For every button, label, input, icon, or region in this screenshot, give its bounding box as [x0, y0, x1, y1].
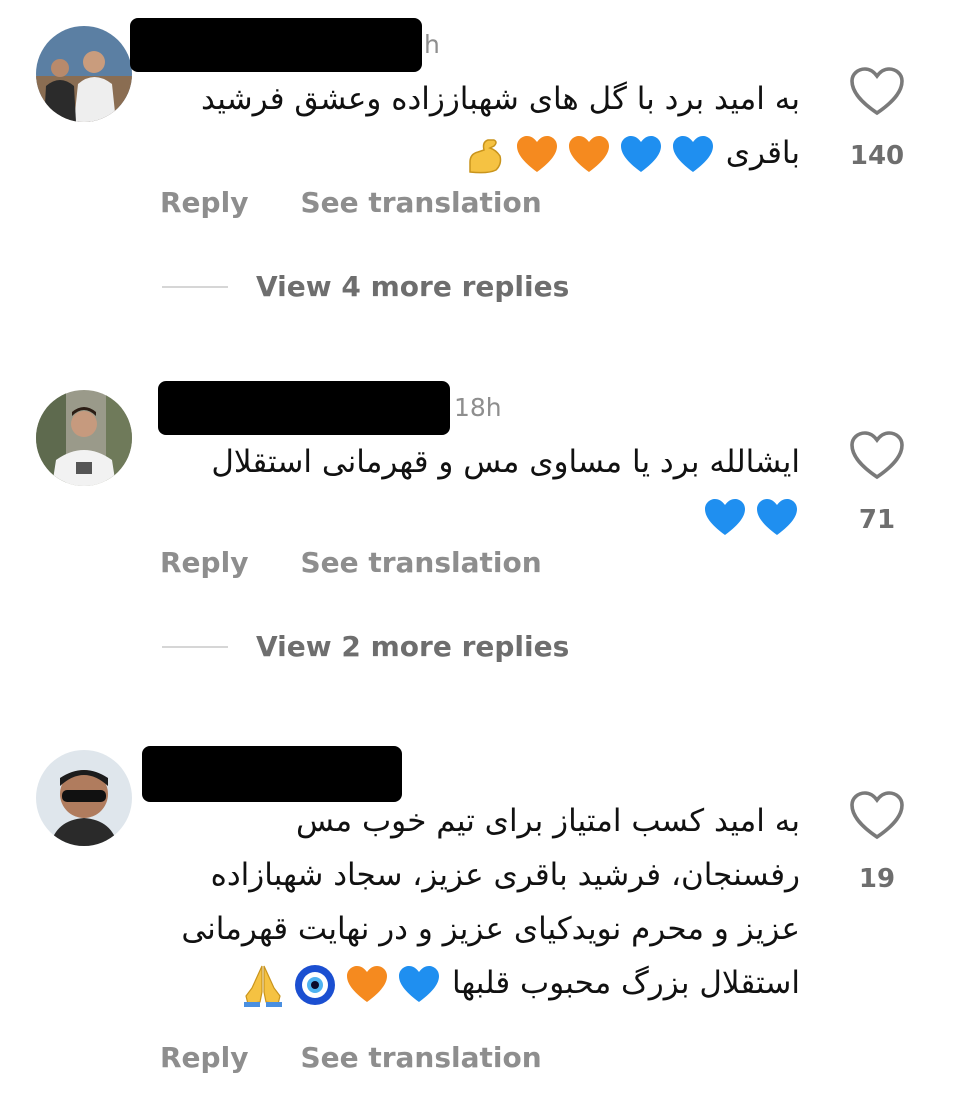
like-heart-icon[interactable]	[848, 790, 906, 842]
see-translation-button[interactable]: See translation	[300, 1041, 541, 1074]
like-heart-icon[interactable]	[848, 66, 906, 118]
orange-heart-icon	[344, 962, 390, 1008]
reply-button[interactable]: Reply	[160, 1041, 248, 1074]
blue-heart-icon	[396, 962, 442, 1008]
comment-actions: Reply See translation	[160, 186, 542, 219]
comment-emojis	[160, 489, 800, 539]
like-count: 19	[858, 864, 896, 894]
view-more-replies-label: View 4 more replies	[256, 270, 570, 303]
comment-actions: Reply See translation	[160, 546, 542, 579]
folded-hands-icon	[240, 962, 286, 1008]
orange-heart-icon	[566, 132, 612, 178]
view-more-replies[interactable]: View 4 more replies	[162, 270, 569, 303]
like-count: 140	[849, 141, 905, 171]
comment-text-body: ایشالله برد یا مساوی مس و قهرمانی استقلا…	[211, 444, 800, 480]
divider-line	[162, 285, 228, 288]
view-more-replies[interactable]: View 2 more replies	[162, 630, 569, 663]
like-count: 71	[858, 505, 896, 535]
flexed-biceps-icon	[462, 132, 508, 178]
blue-heart-icon	[618, 132, 664, 178]
comment-text: ایشالله برد یا مساوی مس و قهرمانی استقلا…	[160, 435, 800, 539]
blue-heart-icon	[754, 495, 800, 541]
comment-emojis	[456, 135, 716, 173]
see-translation-button[interactable]: See translation	[300, 546, 541, 579]
blue-heart-icon	[670, 132, 716, 178]
redacted-username	[130, 18, 422, 72]
orange-heart-icon	[514, 132, 560, 178]
comment-time: h	[424, 30, 440, 59]
comment-emojis	[234, 964, 442, 1007]
view-more-replies-label: View 2 more replies	[256, 630, 570, 663]
reply-button[interactable]: Reply	[160, 186, 248, 219]
comment-time: 18h	[454, 393, 502, 422]
divider-line	[162, 645, 228, 648]
redacted-username	[158, 381, 450, 435]
comment-text: به امید برد با گل های شهباززاده وعشق فرش…	[160, 72, 800, 180]
see-translation-button[interactable]: See translation	[300, 186, 541, 219]
avatar[interactable]	[36, 390, 132, 486]
like-heart-icon[interactable]	[848, 430, 906, 482]
blue-heart-icon	[702, 495, 748, 541]
comment-actions: Reply See translation	[160, 1041, 542, 1074]
reply-button[interactable]: Reply	[160, 546, 248, 579]
avatar[interactable]	[36, 750, 132, 846]
avatar[interactable]	[36, 26, 132, 122]
nazar-amulet-icon	[292, 962, 338, 1008]
comment-text: به امید کسب امتیاز برای تیم خوب مس رفسنج…	[160, 794, 800, 1010]
